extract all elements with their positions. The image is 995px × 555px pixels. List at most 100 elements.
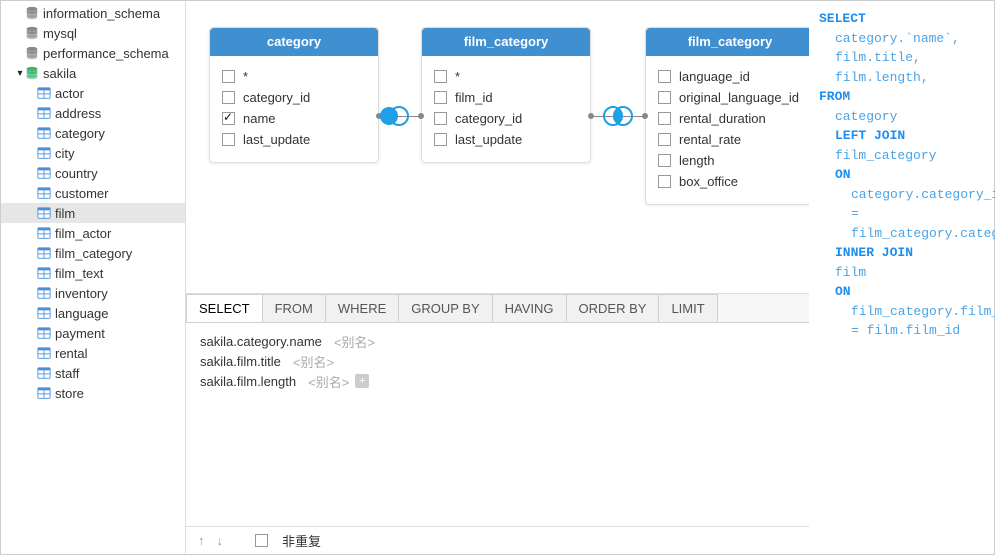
field-name: * bbox=[455, 69, 460, 84]
database-tree: information_schema mysql performance_sch… bbox=[1, 1, 186, 554]
alias-placeholder[interactable]: <别名> bbox=[293, 352, 334, 371]
field-checkbox[interactable] bbox=[434, 70, 447, 83]
select-row[interactable]: sakila.film.length <别名> + bbox=[200, 371, 795, 391]
db-item-performance_schema[interactable]: performance_schema bbox=[1, 43, 185, 63]
field-checkbox[interactable] bbox=[222, 112, 235, 125]
add-column-button[interactable]: + bbox=[355, 374, 369, 388]
alias-placeholder[interactable]: <别名> bbox=[308, 372, 349, 391]
table-box-t1[interactable]: film_category * film_id category_id bbox=[421, 27, 591, 163]
select-bottom-bar: ↑ ↓ 非重复 bbox=[186, 526, 809, 554]
field-original_language_id[interactable]: original_language_id bbox=[658, 87, 802, 108]
field-name: length bbox=[679, 153, 714, 168]
field-language_id[interactable]: language_id bbox=[658, 66, 802, 87]
field-checkbox[interactable] bbox=[658, 70, 671, 83]
table-box-t2[interactable]: film_category language_id original_langu… bbox=[645, 27, 809, 205]
tab-from[interactable]: FROM bbox=[262, 294, 326, 322]
field-checkbox[interactable] bbox=[658, 175, 671, 188]
field-name[interactable]: name bbox=[222, 108, 366, 129]
clause-tabs: SELECTFROMWHEREGROUP BYHAVINGORDER BYLIM… bbox=[186, 294, 809, 323]
table-name: actor bbox=[55, 86, 84, 101]
main-area: category * category_id name bbox=[186, 1, 809, 554]
field-category_id[interactable]: category_id bbox=[222, 87, 366, 108]
distinct-checkbox[interactable] bbox=[255, 534, 268, 547]
sql-line: category.`name`, bbox=[819, 29, 984, 49]
field-length[interactable]: length bbox=[658, 150, 802, 171]
table-item-rental[interactable]: rental bbox=[1, 343, 185, 363]
table-item-customer[interactable]: customer bbox=[1, 183, 185, 203]
reorder-up-icon[interactable]: ↑ bbox=[198, 533, 209, 548]
field-checkbox[interactable] bbox=[658, 133, 671, 146]
table-title: category bbox=[210, 28, 378, 56]
table-item-city[interactable]: city bbox=[1, 143, 185, 163]
field-name: name bbox=[243, 111, 276, 126]
table-item-payment[interactable]: payment bbox=[1, 323, 185, 343]
table-item-film[interactable]: film bbox=[1, 203, 185, 223]
select-clause-area[interactable]: sakila.category.name <别名> sakila.film.ti… bbox=[186, 323, 809, 526]
field-name: film_id bbox=[455, 90, 493, 105]
table-item-staff[interactable]: staff bbox=[1, 363, 185, 383]
table-box-t0[interactable]: category * category_id name bbox=[209, 27, 379, 163]
alias-placeholder[interactable]: <别名> bbox=[334, 332, 375, 351]
table-item-category[interactable]: category bbox=[1, 123, 185, 143]
tab-order-by[interactable]: ORDER BY bbox=[566, 294, 660, 322]
diagram-canvas[interactable]: category * category_id name bbox=[186, 1, 809, 294]
db-item-information_schema[interactable]: information_schema bbox=[1, 3, 185, 23]
field-name: language_id bbox=[679, 69, 750, 84]
select-row[interactable]: sakila.category.name <别名> bbox=[200, 331, 795, 351]
expand-icon[interactable]: ▾ bbox=[15, 68, 25, 79]
table-item-inventory[interactable]: inventory bbox=[1, 283, 185, 303]
table-name: staff bbox=[55, 366, 79, 381]
field-checkbox[interactable] bbox=[434, 133, 447, 146]
sql-line: SELECT bbox=[819, 9, 984, 29]
tab-group-by[interactable]: GROUP BY bbox=[398, 294, 492, 322]
field-checkbox[interactable] bbox=[434, 112, 447, 125]
table-item-film_text[interactable]: film_text bbox=[1, 263, 185, 283]
join-inner-icon[interactable] bbox=[601, 104, 635, 128]
field-last_update[interactable]: last_update bbox=[434, 129, 578, 150]
select-row[interactable]: sakila.film.title <别名> bbox=[200, 351, 795, 371]
field-checkbox[interactable] bbox=[222, 133, 235, 146]
tab-where[interactable]: WHERE bbox=[325, 294, 399, 322]
field-checkbox[interactable] bbox=[658, 154, 671, 167]
table-item-film_actor[interactable]: film_actor bbox=[1, 223, 185, 243]
table-item-film_category[interactable]: film_category bbox=[1, 243, 185, 263]
field-last_update[interactable]: last_update bbox=[222, 129, 366, 150]
field-checkbox[interactable] bbox=[222, 70, 235, 83]
reorder-down-icon[interactable]: ↓ bbox=[217, 533, 228, 548]
field-checkbox[interactable] bbox=[434, 91, 447, 104]
field-category_id[interactable]: category_id bbox=[434, 108, 578, 129]
table-name: customer bbox=[55, 186, 108, 201]
sql-line: category.category_id = film_category.cat… bbox=[819, 185, 984, 244]
table-item-actor[interactable]: actor bbox=[1, 83, 185, 103]
tab-select[interactable]: SELECT bbox=[186, 294, 263, 322]
select-expr: sakila.category.name bbox=[200, 334, 322, 349]
field-rental_duration[interactable]: rental_duration bbox=[658, 108, 802, 129]
table-item-language[interactable]: language bbox=[1, 303, 185, 323]
field-rental_rate[interactable]: rental_rate bbox=[658, 129, 802, 150]
db-item-sakila[interactable]: ▾ sakila bbox=[1, 63, 185, 83]
db-name: information_schema bbox=[43, 6, 160, 21]
tab-limit[interactable]: LIMIT bbox=[658, 294, 717, 322]
db-name: sakila bbox=[43, 66, 76, 81]
table-item-address[interactable]: address bbox=[1, 103, 185, 123]
table-name: film_actor bbox=[55, 226, 111, 241]
field-checkbox[interactable] bbox=[222, 91, 235, 104]
table-item-store[interactable]: store bbox=[1, 383, 185, 403]
join-left-icon[interactable] bbox=[377, 104, 411, 128]
field-*[interactable]: * bbox=[434, 66, 578, 87]
sql-line: ON bbox=[819, 282, 984, 302]
field-checkbox[interactable] bbox=[658, 112, 671, 125]
db-item-mysql[interactable]: mysql bbox=[1, 23, 185, 43]
connector-dot bbox=[418, 113, 424, 119]
field-box_office[interactable]: box_office bbox=[658, 171, 802, 192]
field-checkbox[interactable] bbox=[658, 91, 671, 104]
table-name: address bbox=[55, 106, 101, 121]
tab-having[interactable]: HAVING bbox=[492, 294, 567, 322]
table-item-country[interactable]: country bbox=[1, 163, 185, 183]
sql-preview: SELECTcategory.`name`,film.title,film.le… bbox=[809, 1, 994, 554]
field-film_id[interactable]: film_id bbox=[434, 87, 578, 108]
table-title: film_category bbox=[422, 28, 590, 56]
sql-line: film.title, bbox=[819, 48, 984, 68]
field-name: category_id bbox=[455, 111, 522, 126]
field-*[interactable]: * bbox=[222, 66, 366, 87]
